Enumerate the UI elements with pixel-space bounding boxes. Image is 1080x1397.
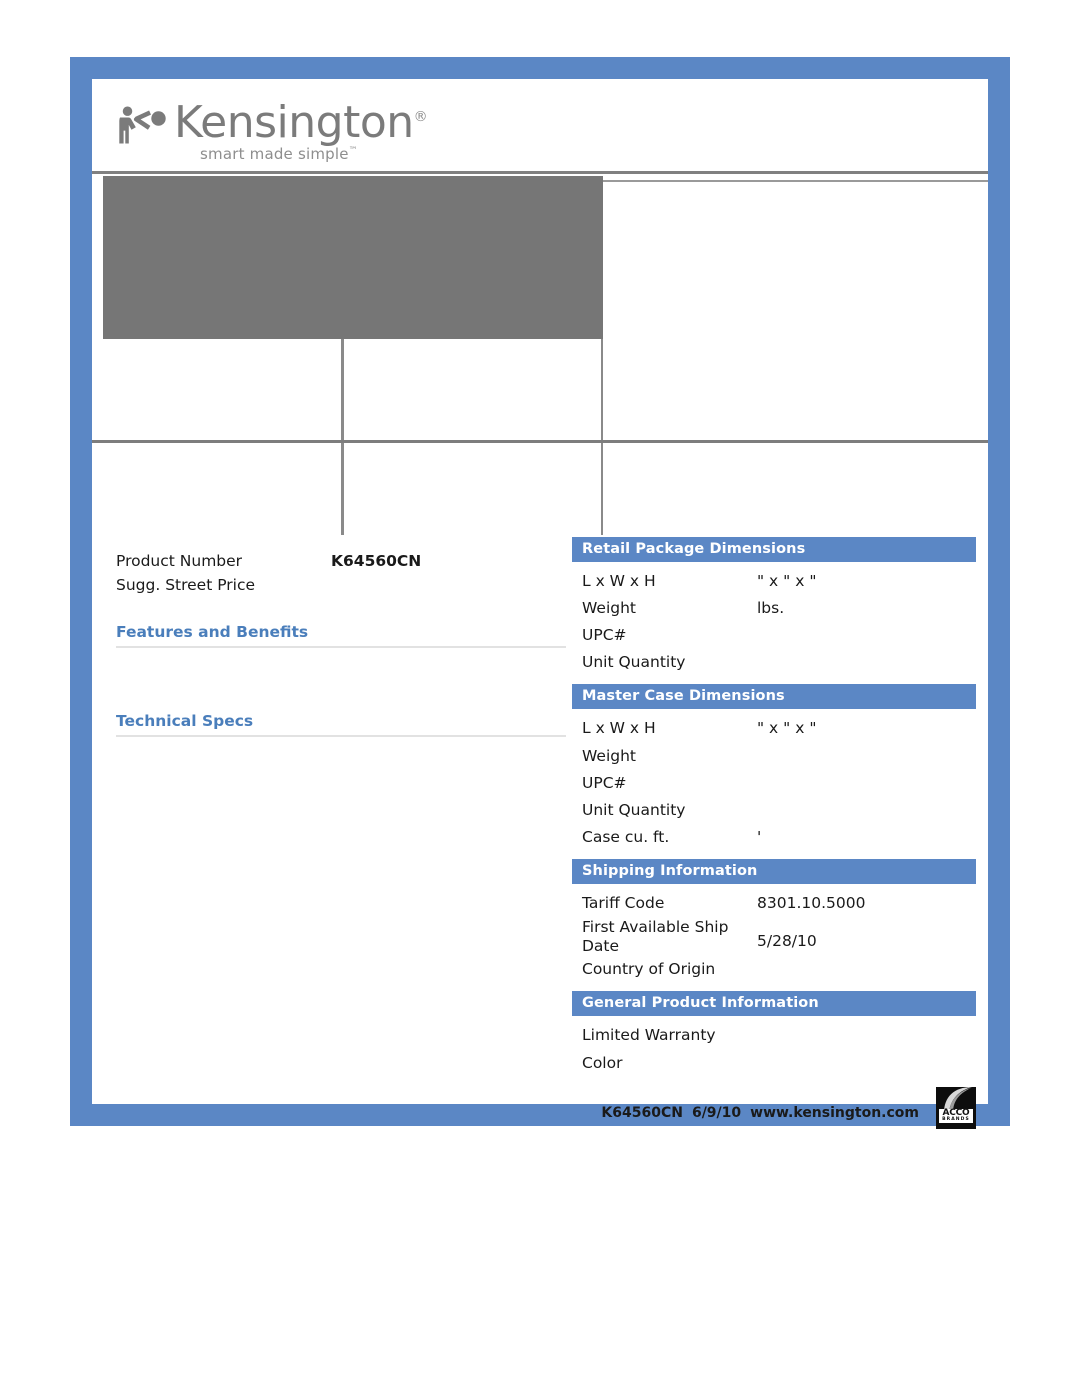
footer-text: K64560CN 6/9/10 www.kensington.com [601, 1105, 928, 1121]
thumbnail-image-placeholder-2 [343, 339, 603, 535]
row-label: Unit Quantity [582, 653, 686, 672]
table-row: Unit Quantity [572, 649, 976, 676]
product-image-region [92, 174, 988, 538]
panel-shipping-information: Shipping Information Tariff Code 8301.10… [572, 858, 976, 991]
street-price-label: Sugg. Street Price [116, 576, 256, 595]
trademark-mark: ™ [348, 146, 358, 156]
technical-specs-body [116, 737, 566, 1077]
acco-brands-logo: ACCO BRANDS [936, 1087, 976, 1129]
row-label: Limited Warranty [582, 1026, 716, 1045]
description-panel-placeholder [603, 180, 988, 535]
table-row: Tariff Code 8301.10.5000 [572, 890, 976, 917]
table-row: UPC# [572, 770, 976, 797]
street-price-row: Sugg. Street Price [116, 573, 566, 597]
row-value: 5/28/10 [757, 932, 817, 951]
sheet-blue-frame: Kensington® smart made simple™ Product N… [70, 57, 1010, 1129]
row-label: Tariff Code [582, 893, 665, 912]
row-value [757, 1051, 976, 1076]
product-spec-sheet-page: Kensington® smart made simple™ Product N… [0, 0, 1080, 1397]
table-row: Weight lbs. [572, 595, 976, 622]
row-value [757, 957, 976, 982]
hero-image-placeholder [103, 176, 603, 339]
panel-rows-master-case: L x W x H " x " x " Weight UPC# Unit Qua… [572, 709, 976, 859]
panel-retail-package-dimensions: Retail Package Dimensions L x W x H " x … [572, 537, 976, 684]
table-row: Limited Warranty [572, 1022, 976, 1049]
panel-title-general-product: General Product Information [572, 991, 976, 1017]
product-number-label: Product Number [116, 552, 243, 570]
row-value: 8301.10.5000 [757, 893, 866, 912]
row-label: First Available Ship Date [582, 918, 729, 955]
right-column: Retail Package Dimensions L x W x H " x … [572, 537, 976, 1085]
row-label: L x W x H [582, 719, 656, 738]
left-column: Product Number K64560CN Sugg. Street Pri… [116, 549, 566, 1077]
kensington-logo: Kensington® smart made simple™ [118, 97, 448, 167]
brand-name: Kensington [174, 97, 414, 148]
technical-specs-heading: Technical Specs [116, 712, 566, 738]
table-row: UPC# [572, 622, 976, 649]
footer-website[interactable]: www.kensington.com [750, 1105, 919, 1121]
row-value: " x " x " [757, 572, 817, 590]
panel-rows-retail-package: L x W x H " x " x " Weight lbs. UPC# Uni… [572, 562, 976, 684]
acco-logo-text: ACCO BRANDS [939, 1108, 973, 1123]
row-label: L x W x H [582, 572, 656, 590]
sheet-inner-white: Kensington® smart made simple™ Product N… [92, 79, 988, 1129]
row-value [757, 744, 976, 769]
row-label: Color [582, 1053, 623, 1072]
row-value [757, 1023, 976, 1048]
sheet-footer: K64560CN 6/9/10 www.kensington.com ACCO BR… [572, 1087, 976, 1129]
table-row: Country of Origin [572, 956, 976, 983]
brand-tagline: smart made simple™ [200, 145, 358, 163]
table-row: L x W x H " x " x " [572, 568, 976, 595]
table-row: L x W x H " x " x " [572, 715, 976, 742]
table-row: Case cu. ft. ' [572, 824, 976, 851]
brand-tagline-text: smart made simple [200, 145, 349, 163]
panel-rows-general-product: Limited Warranty Color [572, 1016, 976, 1084]
row-label: UPC# [582, 626, 627, 645]
panel-master-case-dimensions: Master Case Dimensions L x W x H " x " x… [572, 684, 976, 859]
panel-rows-shipping: Tariff Code 8301.10.5000 First Available… [572, 884, 976, 991]
row-label: UPC# [582, 773, 627, 792]
row-value: lbs. [757, 599, 785, 618]
row-label: Country of Origin [582, 960, 716, 979]
row-label: Unit Quantity [582, 800, 686, 819]
table-row: First Available Ship Date 5/28/10 [572, 917, 976, 956]
footer-product-number: K64560CN [601, 1105, 683, 1121]
panel-title-retail-package: Retail Package Dimensions [572, 537, 976, 562]
row-label: Case cu. ft. [582, 827, 670, 846]
table-row: Weight [572, 743, 976, 770]
row-value [757, 771, 976, 796]
product-number-value: K64560CN [331, 552, 422, 570]
row-label: Weight [582, 746, 637, 765]
features-and-benefits-heading: Features and Benefits [116, 623, 566, 649]
panel-title-master-case: Master Case Dimensions [572, 684, 976, 710]
panel-general-product-information: General Product Information Limited Warr… [572, 991, 976, 1084]
row-value [757, 650, 976, 675]
table-row: Color [572, 1050, 976, 1077]
row-value: ' [757, 827, 762, 846]
thumbnail-image-placeholder-1 [103, 339, 343, 535]
row-value: " x " x " [757, 719, 817, 738]
brand-header: Kensington® smart made simple™ [92, 79, 988, 171]
acco-subtext: BRANDS [942, 1117, 970, 1123]
row-label: Weight [582, 599, 637, 618]
row-value [757, 798, 976, 823]
footer-date: 6/9/10 [691, 1105, 742, 1121]
kensington-figure-icon [118, 104, 170, 146]
brand-wordmark: Kensington® [174, 97, 428, 148]
features-and-benefits-body [116, 648, 566, 668]
registered-mark: ® [413, 109, 428, 125]
table-row: Unit Quantity [572, 797, 976, 824]
row-value [757, 623, 976, 648]
panel-title-shipping: Shipping Information [572, 858, 976, 884]
image-region-divider [92, 440, 988, 443]
product-number-row: Product Number K64560CN [116, 549, 566, 573]
